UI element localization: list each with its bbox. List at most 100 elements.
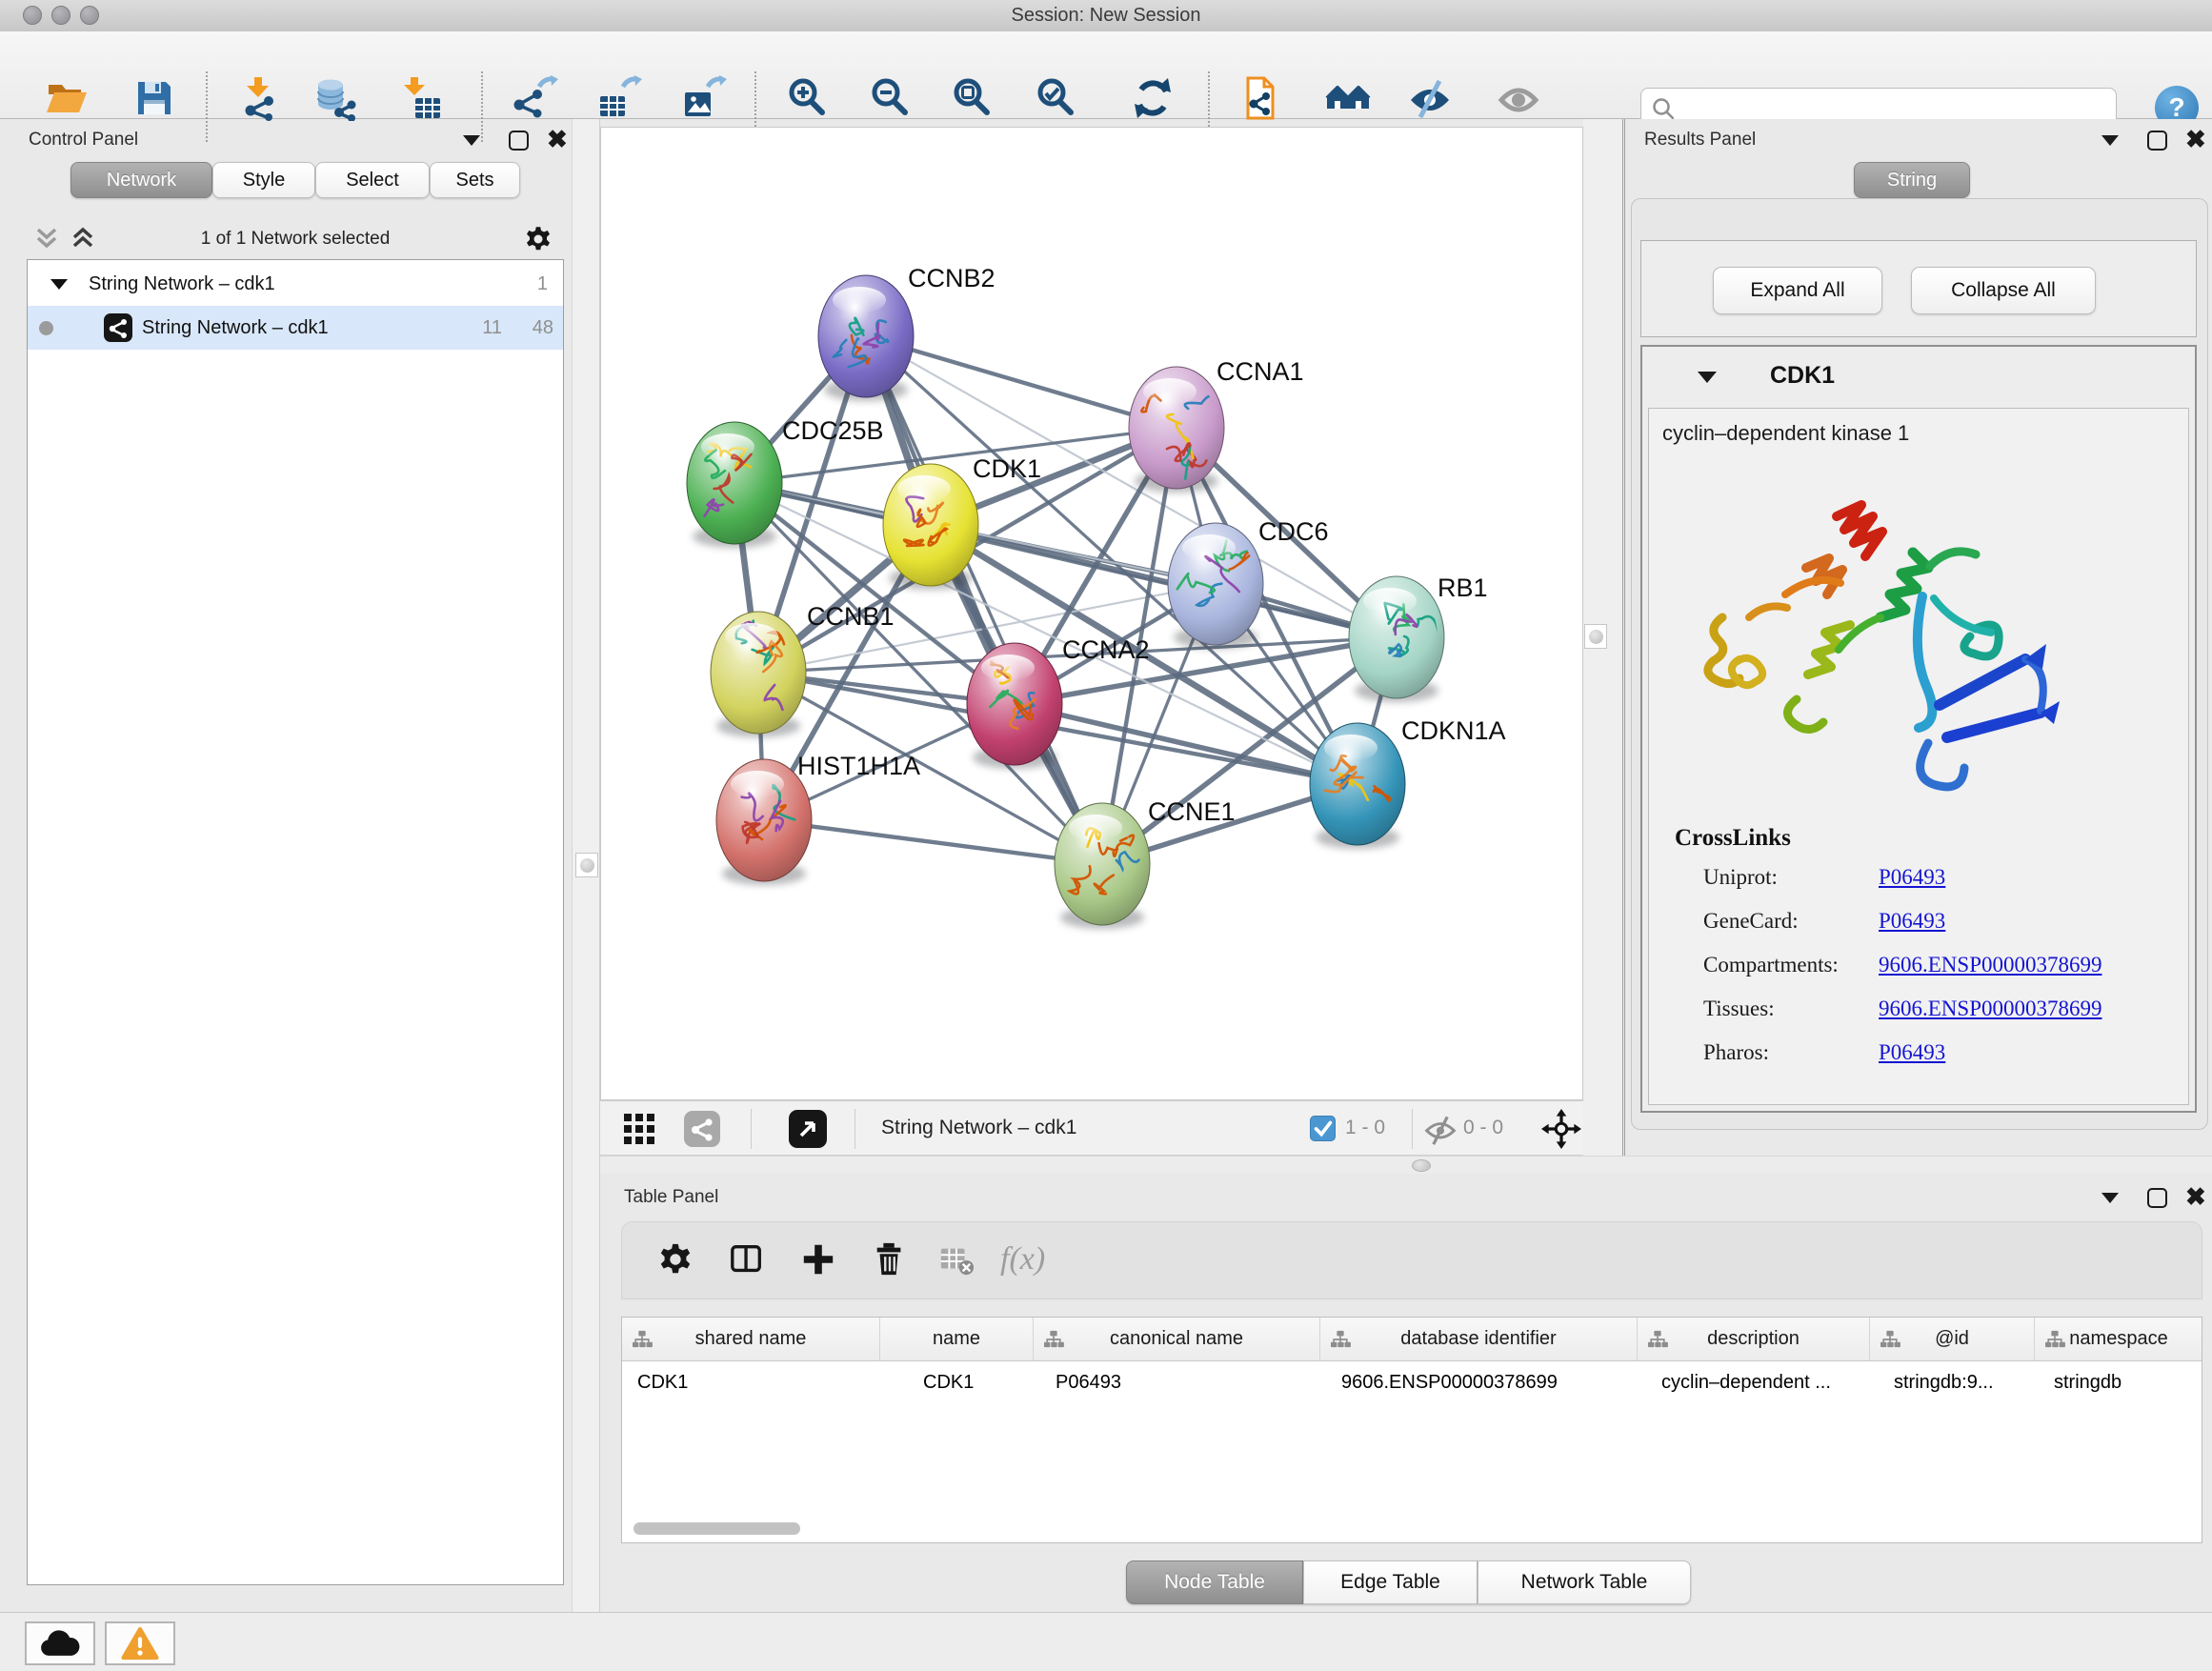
network-node-CCNB2[interactable] [818, 275, 914, 401]
crosslink-label: Pharos: [1703, 1040, 1769, 1065]
column-header-database-identifier[interactable]: database identifier [1320, 1318, 1638, 1360]
table-horizontal-scrollbar[interactable] [633, 1522, 800, 1535]
table-cell[interactable]: P06493 [1034, 1361, 1320, 1403]
show-columns-icon[interactable] [729, 1241, 767, 1279]
right-splitter[interactable] [1583, 119, 1625, 1174]
network-node-CCNE1[interactable] [1055, 803, 1150, 929]
control-panel-menu-icon[interactable] [463, 135, 480, 146]
results-panel-float-button[interactable] [2147, 131, 2167, 151]
import-network-database-icon[interactable] [312, 75, 358, 121]
tab-edge-table[interactable]: Edge Table [1303, 1560, 1478, 1604]
table-cell[interactable]: CDK1 [622, 1361, 880, 1403]
column-header-name[interactable]: name [880, 1318, 1034, 1360]
network-node-CDC25B[interactable] [687, 422, 782, 548]
network-view-toolbar: String Network – cdk1 1 - 0 0 - 0 [600, 1100, 1583, 1156]
expand-all-button[interactable]: Expand All [1713, 267, 1882, 314]
tab-select[interactable]: Select [315, 162, 430, 198]
selected-count-checkbox[interactable] [1310, 1116, 1336, 1141]
table-panel-close-button[interactable]: ✖ [2185, 1186, 2206, 1207]
column-header-namespace[interactable]: namespace [2035, 1318, 2202, 1360]
network-collection-row[interactable]: String Network – cdk1 1 [28, 262, 563, 306]
network-row-selected[interactable]: String Network – cdk1 11 48 [28, 306, 563, 350]
expand-all-tree-icon[interactable] [70, 227, 95, 250]
import-table-icon[interactable] [398, 75, 444, 121]
network-overview-icon[interactable] [684, 1111, 720, 1147]
table-row[interactable]: CDK1CDK1P064939606.ENSP00000378699cyclin… [622, 1361, 2202, 1403]
export-network-icon[interactable] [513, 75, 558, 121]
node-label-CCNB1: CCNB1 [807, 602, 895, 631]
crosslink-value-link[interactable]: P06493 [1879, 865, 1945, 890]
network-panel-gear-icon[interactable] [524, 225, 553, 253]
export-table-icon[interactable] [596, 75, 642, 121]
crosslink-value-link[interactable]: P06493 [1879, 909, 1945, 934]
zoom-fit-icon[interactable] [949, 75, 995, 121]
zoom-selected-icon[interactable] [1033, 75, 1078, 121]
left-splitter[interactable] [572, 119, 600, 1612]
show-all-icon[interactable] [1496, 75, 1541, 121]
network-edge[interactable] [866, 336, 1102, 864]
tab-network-table[interactable]: Network Table [1478, 1560, 1691, 1604]
export-image-icon[interactable] [681, 75, 727, 121]
import-network-file-icon[interactable] [238, 75, 284, 121]
table-cell[interactable]: stringdb [2035, 1361, 2202, 1403]
network-node-RB1[interactable] [1349, 576, 1444, 702]
table-cell[interactable]: CDK1 [880, 1361, 1034, 1403]
first-neighbors-icon[interactable] [1325, 75, 1371, 121]
tab-string[interactable]: String [1854, 162, 1970, 198]
control-panel-float-button[interactable] [509, 131, 529, 151]
horizontal-splitter[interactable] [600, 1156, 2212, 1174]
column-header--id[interactable]: @id [1870, 1318, 2035, 1360]
tab-node-table[interactable]: Node Table [1126, 1560, 1303, 1604]
add-column-icon[interactable] [800, 1241, 838, 1279]
horizontal-splitter-handle[interactable] [1412, 1159, 1431, 1172]
network-node-CDK1[interactable] [883, 464, 978, 590]
column-header-description[interactable]: description [1638, 1318, 1870, 1360]
column-header-shared-name[interactable]: shared name [622, 1318, 880, 1360]
left-splitter-handle[interactable] [575, 853, 598, 877]
right-splitter-handle[interactable] [1584, 624, 1607, 649]
collection-expander-icon[interactable] [50, 279, 68, 290]
results-panel-close-button[interactable]: ✖ [2185, 129, 2206, 150]
crosslink-value-link[interactable]: 9606.ENSP00000378699 [1879, 953, 2102, 977]
table-panel-float-button[interactable] [2147, 1188, 2167, 1208]
network-edge[interactable] [764, 820, 1102, 864]
warnings-button[interactable] [105, 1621, 175, 1665]
collapse-all-tree-icon[interactable] [34, 227, 59, 250]
save-session-icon[interactable] [131, 75, 177, 121]
collapse-all-button[interactable]: Collapse All [1911, 267, 2096, 314]
tab-network[interactable]: Network [70, 162, 212, 198]
network-graph[interactable]: CCNB2CCNA1CDC25BCDK1CDC6RB1CCNB1CCNA2CDK… [601, 128, 1582, 1099]
node-table[interactable]: shared namenamecanonical namedatabase id… [621, 1317, 2202, 1543]
network-canvas[interactable]: CCNB2CCNA1CDC25BCDK1CDC6RB1CCNB1CCNA2CDK… [600, 127, 1583, 1100]
network-node-CCNB1[interactable] [711, 612, 806, 737]
table-cell[interactable]: stringdb:9... [1870, 1361, 2035, 1403]
control-panel-close-button[interactable]: ✖ [547, 129, 568, 150]
entry-collapse-icon[interactable] [1698, 372, 1717, 383]
cloud-status-button[interactable] [25, 1621, 95, 1665]
table-cell[interactable]: cyclin–dependent ... [1638, 1361, 1870, 1403]
table-settings-icon[interactable] [657, 1241, 695, 1279]
function-builder-icon[interactable]: f(x) [1000, 1241, 1038, 1279]
zoom-in-icon[interactable] [784, 75, 830, 121]
delete-table-icon[interactable] [938, 1241, 976, 1279]
table-cell[interactable]: 9606.ENSP00000378699 [1320, 1361, 1638, 1403]
results-panel-menu-icon[interactable] [2101, 135, 2119, 146]
delete-column-icon[interactable] [872, 1241, 910, 1279]
birdseye-view-icon[interactable] [623, 1113, 655, 1145]
open-file-icon[interactable] [44, 75, 90, 121]
column-header-canonical-name[interactable]: canonical name [1034, 1318, 1320, 1360]
tab-sets[interactable]: Sets [430, 162, 520, 198]
hide-selected-icon[interactable] [1407, 75, 1453, 121]
network-edge[interactable] [1015, 704, 1357, 784]
table-panel-menu-icon[interactable] [2101, 1193, 2119, 1203]
open-view-in-window-icon[interactable] [789, 1110, 827, 1148]
network-from-file-icon[interactable] [1238, 75, 1284, 121]
crosslink-value-link[interactable]: P06493 [1879, 1040, 1945, 1065]
zoom-out-icon[interactable] [867, 75, 913, 121]
pan-crosshair-icon[interactable] [1541, 1109, 1581, 1149]
crosslink-value-link[interactable]: 9606.ENSP00000378699 [1879, 997, 2102, 1021]
hidden-elements-eye-icon [1423, 1112, 1458, 1146]
tab-style[interactable]: Style [212, 162, 315, 198]
apply-layout-icon[interactable] [1130, 75, 1176, 121]
network-node-CDKN1A[interactable] [1310, 723, 1405, 849]
